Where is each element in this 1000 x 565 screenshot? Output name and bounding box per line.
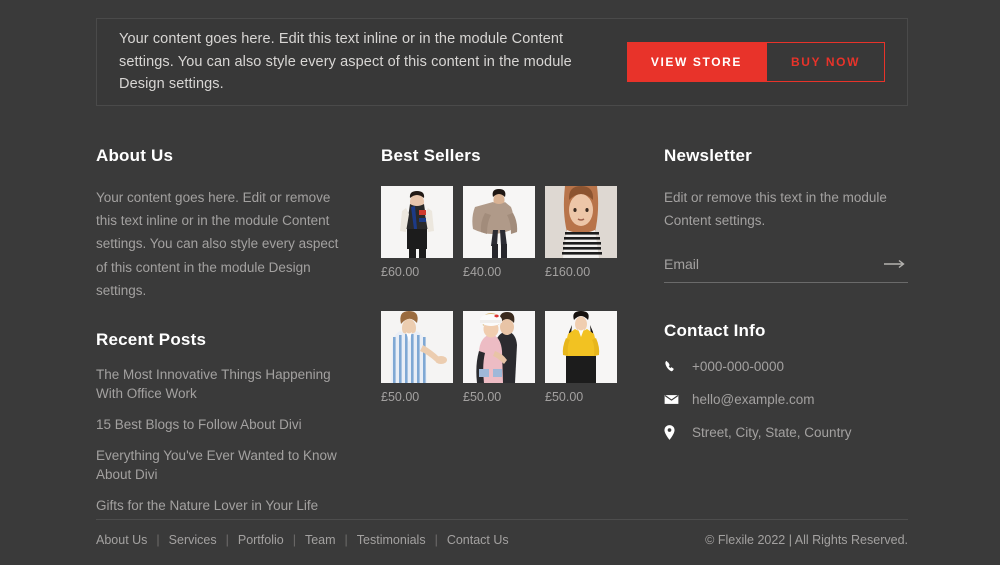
recent-posts-title: Recent Posts	[96, 330, 207, 350]
best-sellers-title: Best Sellers	[381, 146, 481, 165]
product-item[interactable]: £40.00	[463, 186, 535, 279]
arrow-right-icon	[884, 260, 905, 269]
view-store-button[interactable]: VIEW STORE	[626, 42, 767, 82]
product-image-striped-top	[545, 186, 617, 258]
map-pin-icon	[664, 425, 681, 441]
product-price: £50.00	[381, 390, 420, 404]
product-image-beige-ruffle-blouse	[463, 186, 535, 258]
footer-nav: About Us | Services | Portfolio | Team |…	[96, 533, 509, 547]
newsletter-form	[664, 254, 908, 284]
footer-link-team[interactable]: Team	[305, 533, 336, 547]
email-input[interactable]	[664, 254, 882, 275]
contact-phone-text: +000-000-0000	[692, 359, 784, 375]
footer-page: Your content goes here. Edit this text i…	[0, 0, 1000, 565]
newsletter-submit-button[interactable]	[882, 259, 908, 269]
footer-nav-item: Contact Us	[447, 533, 509, 547]
product-grid: £60.00 £40.00 £160.00 £50.00 £50.00 £50.…	[381, 186, 631, 404]
recent-post-item[interactable]: Everything You've Ever Wanted to Know Ab…	[96, 447, 348, 485]
contact-address-text: Street, City, State, Country	[692, 425, 852, 441]
product-thumbnail[interactable]	[545, 311, 617, 383]
footer-separator: |	[434, 533, 438, 547]
product-thumbnail[interactable]	[545, 186, 617, 258]
footer-separator: |	[292, 533, 296, 547]
product-item[interactable]: £50.00	[463, 311, 535, 404]
newsletter-body: Edit or remove this text in the module C…	[664, 190, 887, 229]
product-item[interactable]: £60.00	[381, 186, 453, 279]
footer-separator: |	[344, 533, 348, 547]
contact-info-list: +000-000-0000 hello@example.com Street, …	[664, 359, 908, 440]
product-item[interactable]: £50.00	[545, 311, 617, 404]
contact-email-text: hello@example.com	[692, 392, 815, 408]
contact-info-title: Contact Info	[664, 321, 766, 341]
copyright-text: © Flexile 2022 | All Rights Reserved.	[705, 533, 908, 547]
buy-now-button[interactable]: BUY NOW	[766, 42, 885, 82]
newsletter-title: Newsletter	[664, 146, 752, 165]
footer-link-about-us[interactable]: About Us	[96, 533, 147, 547]
footer-nav-item: Portfolio |	[238, 533, 305, 547]
footer-separator: |	[225, 533, 229, 547]
product-price: £60.00	[381, 265, 420, 279]
product-thumbnail[interactable]	[381, 186, 453, 258]
about-body: Your content goes here. Edit or remove t…	[96, 190, 339, 298]
product-thumbnail[interactable]	[463, 311, 535, 383]
footer-link-testimonials[interactable]: Testimonials	[357, 533, 426, 547]
footer-nav-item: Team |	[305, 533, 357, 547]
recent-post-item[interactable]: The Most Innovative Things Happening Wit…	[96, 366, 348, 404]
newsletter-column: Newsletter Edit or remove this text in t…	[664, 146, 908, 458]
product-item[interactable]: £50.00	[381, 311, 453, 404]
recent-posts-list: The Most Innovative Things Happening Wit…	[96, 366, 348, 515]
phone-icon	[664, 360, 681, 374]
footer-bar: About Us | Services | Portfolio | Team |…	[96, 533, 908, 547]
cta-banner: Your content goes here. Edit this text i…	[96, 18, 908, 106]
footer-nav-item: About Us |	[96, 533, 169, 547]
product-image-yellow-blouse	[545, 311, 617, 383]
cta-banner-text: Your content goes here. Edit this text i…	[119, 31, 572, 93]
recent-post-item[interactable]: Gifts for the Nature Lover in Your Life	[96, 497, 348, 516]
about-column: About Us Your content goes here. Edit or…	[96, 146, 348, 527]
contact-email-row[interactable]: hello@example.com	[664, 392, 908, 407]
best-sellers-column: Best Sellers £60.00 £40.00 £160.00 £50.0…	[381, 146, 631, 404]
product-image-colorblock-jacket	[381, 186, 453, 258]
product-image-blue-striped-shirt	[381, 311, 453, 383]
footer-link-portfolio[interactable]: Portfolio	[238, 533, 284, 547]
product-thumbnail[interactable]	[463, 186, 535, 258]
footer-nav-item: Testimonials |	[357, 533, 447, 547]
footer-divider	[96, 519, 908, 520]
product-item[interactable]: £160.00	[545, 186, 617, 279]
about-title: About Us	[96, 146, 174, 165]
footer-nav-item: Services |	[169, 533, 238, 547]
product-thumbnail[interactable]	[381, 311, 453, 383]
footer-separator: |	[156, 533, 160, 547]
product-price: £40.00	[463, 265, 502, 279]
product-image-two-women-pink	[463, 311, 535, 383]
contact-address-row[interactable]: Street, City, State, Country	[664, 425, 908, 440]
footer-link-services[interactable]: Services	[169, 533, 217, 547]
footer-link-contact-us[interactable]: Contact Us	[447, 533, 509, 547]
envelope-icon	[664, 394, 681, 405]
product-price: £50.00	[463, 390, 502, 404]
contact-phone-row[interactable]: +000-000-0000	[664, 359, 908, 374]
cta-button-group: VIEW STORE BUY NOW	[626, 42, 885, 82]
product-price: £50.00	[545, 390, 584, 404]
product-price: £160.00	[545, 265, 591, 279]
recent-post-item[interactable]: 15 Best Blogs to Follow About Divi	[96, 416, 348, 435]
